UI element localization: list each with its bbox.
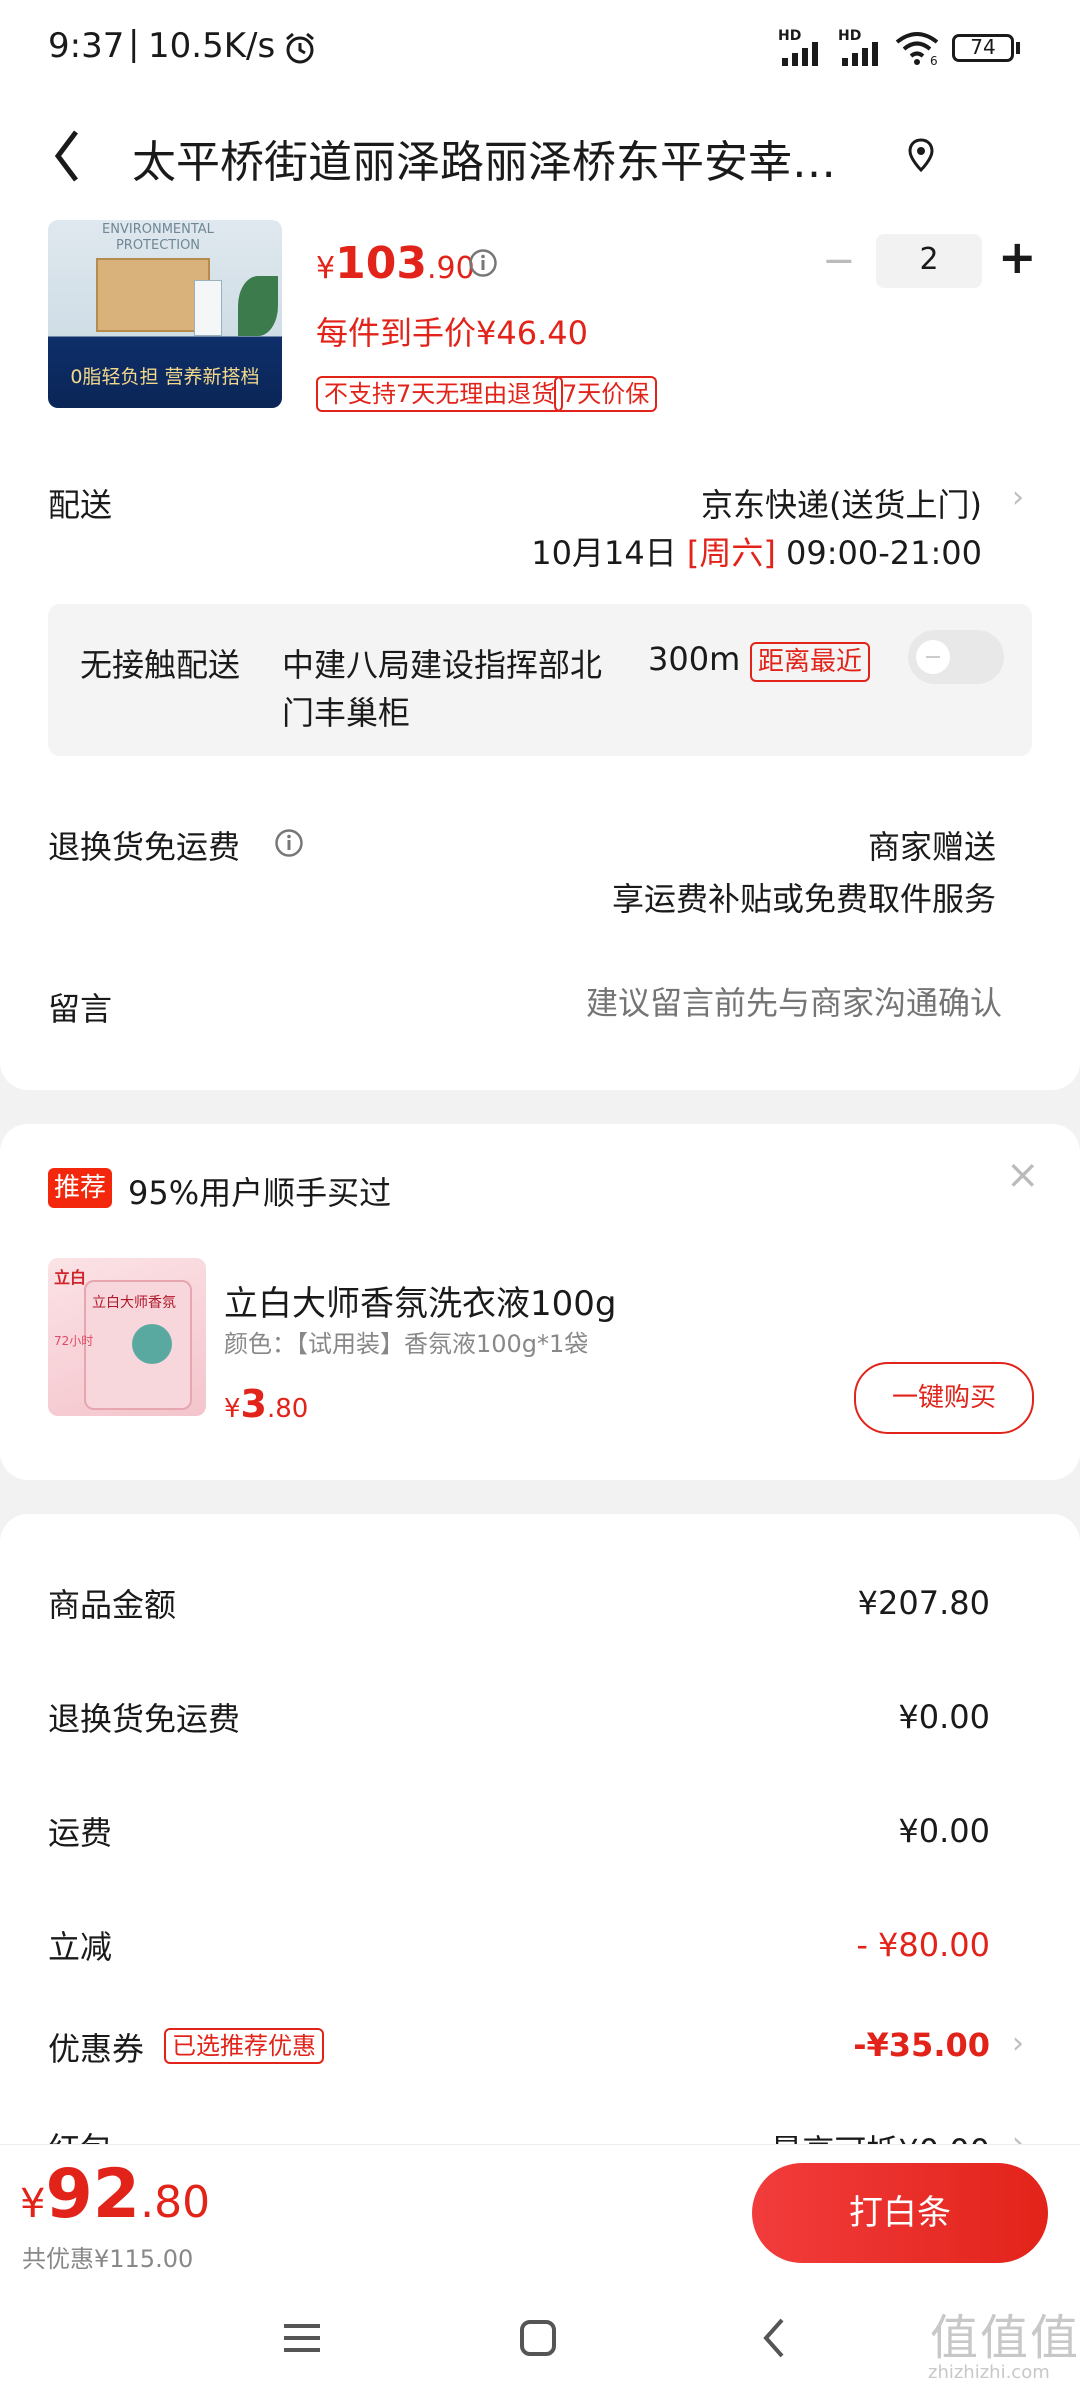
return-info-icon[interactable] <box>274 828 304 858</box>
recommend-title: 95%用户顺手买过 <box>128 1174 392 1212</box>
status-speed: 10.5K/s <box>148 26 276 66</box>
signal-icon-1 <box>782 42 818 66</box>
summary-value-return-shipping: ¥0.00 <box>898 1698 990 1736</box>
header-bar: 太平桥街道丽泽路丽泽桥东平安幸… <box>0 100 1080 212</box>
total-price-symbol: ¥ <box>20 2181 46 2227</box>
quantity-decrease-button[interactable]: − <box>822 238 856 284</box>
price-symbol: ¥ <box>316 251 336 286</box>
price-protection-tag: 7天价保 <box>554 376 658 412</box>
delivery-method[interactable]: 京东快递(送货上门) <box>701 480 982 526</box>
quantity-value: 2 <box>919 242 939 277</box>
locker-line-2: 门丰巢柜 <box>282 694 411 732</box>
watermark-url: zhizhizhi.com <box>928 2362 1050 2383</box>
recommend-item-name[interactable]: 立白大师香氛洗衣液100g <box>224 1276 616 1325</box>
unit-price: 每件到手价¥46.40 <box>316 314 588 352</box>
thumbnail-flower-shape <box>132 1324 172 1364</box>
back-icon[interactable] <box>52 128 82 184</box>
summary-label-shipping: 运费 <box>48 1814 113 1852</box>
milk-carton-shape <box>194 280 222 336</box>
contactless-delivery-box: 无接触配送 中建八局建设指挥部北 门丰巢柜 300m 距离最近 <box>48 604 1032 756</box>
coupon-chevron-icon[interactable]: › <box>1012 2026 1024 2061</box>
milk-box-shape <box>96 258 210 332</box>
total-discount: 共优惠¥115.00 <box>22 2245 194 2273</box>
delivery-time[interactable]: 10月14日 [周六] 09:00-21:00 <box>531 528 982 574</box>
nearest-tag: 距离最近 <box>750 642 871 682</box>
locker-line-1: 中建八局建设指挥部北 <box>282 646 603 684</box>
system-nav-bar: 值值值 zhizhizhi.com <box>0 2280 1080 2400</box>
product-image-caption: 0脂轻负担 营养新搭档 <box>70 366 260 388</box>
summary-value-coupon[interactable]: -¥35.00 <box>853 2026 990 2064</box>
nav-back-icon[interactable] <box>760 2316 788 2360</box>
checkout-bar: ¥92.80 共优惠¥115.00 打白条 <box>0 2144 1080 2281</box>
total-price-int: 92 <box>45 2155 141 2234</box>
locker-distance: 300m <box>648 640 741 678</box>
status-bar: 9:37 | 10.5K/s HD HD 6 74 <box>0 0 1080 100</box>
total-price: ¥92.80 <box>20 2155 210 2234</box>
menu-icon[interactable] <box>282 2318 322 2358</box>
delivery-label: 配送 <box>48 486 113 524</box>
return-shipping-label: 退换货免运费 <box>48 828 241 866</box>
status-time: 9:37 <box>48 26 125 66</box>
delivery-chevron-icon[interactable]: › <box>1012 480 1024 515</box>
summary-value-shipping: ¥0.00 <box>898 1812 990 1850</box>
recommend-item-spec: 颜色：【试用装】香氛液100g*1袋 <box>224 1330 589 1358</box>
contactless-toggle[interactable] <box>908 630 1004 684</box>
signal-icon-2 <box>842 42 878 66</box>
summary-value-discount: - ¥80.00 <box>856 1926 990 1964</box>
recommend-thumbnail[interactable]: 立白 立白大师香氛 72小时 <box>48 1258 206 1416</box>
delivery-weekday: [周六] <box>686 534 776 572</box>
recommend-price-int: 3 <box>240 1382 267 1426</box>
return-shipping-sub: 享运费补贴或免费取件服务 <box>611 880 996 918</box>
message-label: 留言 <box>48 990 113 1028</box>
delivery-hours: 09:00-21:00 <box>786 534 982 572</box>
home-icon[interactable] <box>518 2318 558 2358</box>
alarm-icon <box>286 32 314 64</box>
product-price: ¥103.90 <box>316 238 475 289</box>
recommend-price-dec: .80 <box>267 1394 309 1424</box>
wifi-sub-label: 6 <box>930 54 938 68</box>
toggle-off-mark <box>926 656 940 658</box>
recommend-close-icon[interactable]: × <box>1006 1152 1040 1198</box>
header-address-title[interactable]: 太平桥街道丽泽路丽泽桥东平安幸… <box>132 126 836 190</box>
battery-icon: 74 <box>952 34 1014 62</box>
contactless-label: 无接触配送 <box>80 646 241 684</box>
recommend-price-symbol: ¥ <box>224 1394 241 1424</box>
battery-level: 74 <box>970 35 996 59</box>
summary-card: 商品金额 ¥207.80 退换货免运费 ¥0.00 运费 ¥0.00 立减 - … <box>0 1514 1080 2214</box>
total-price-dec: .80 <box>140 2177 211 2228</box>
product-image-top-text: ENVIRONMENTAL PROTECTION <box>102 222 214 253</box>
thumbnail-badge: 72小时 <box>54 1334 94 1348</box>
summary-label-return-shipping: 退换货免运费 <box>48 1700 241 1738</box>
quantity-input[interactable]: 2 <box>876 234 982 288</box>
message-input[interactable] <box>400 974 1004 1032</box>
pay-baitiao-button[interactable]: 打白条 <box>752 2163 1048 2263</box>
delivery-date: 10月14日 <box>531 534 677 572</box>
watermark-logo: 值值值 <box>930 2310 1080 2366</box>
status-separator: | <box>128 24 140 64</box>
thumbnail-title: 立白大师香氛 <box>92 1295 176 1311</box>
price-integer: 103 <box>335 238 427 289</box>
product-image[interactable]: ENVIRONMENTAL PROTECTION 0脂轻负担 营养新搭档 <box>48 220 282 408</box>
quantity-increase-button[interactable]: + <box>998 230 1037 284</box>
recommend-card: 推荐 95%用户顺手买过 × 立白 立白大师香氛 72小时 立白大师香氛洗衣液1… <box>0 1124 1080 1480</box>
return-shipping-value: 商家赠送 <box>867 828 996 866</box>
one-click-buy-button[interactable]: 一键购买 <box>854 1362 1034 1434</box>
order-card: ENVIRONMENTAL PROTECTION 0脂轻负担 营养新搭档 ¥10… <box>0 212 1080 1090</box>
summary-label-coupon[interactable]: 优惠券 <box>48 2024 144 2070</box>
thumbnail-brand: 立白 <box>54 1268 87 1287</box>
coupon-recommended-tag: 已选推荐优惠 <box>164 2028 324 2064</box>
recommend-price: ¥3.80 <box>224 1382 308 1426</box>
summary-label-discount: 立减 <box>48 1928 113 1966</box>
summary-value-goods: ¥207.80 <box>857 1584 990 1622</box>
recommend-badge: 推荐 <box>48 1168 113 1208</box>
leaf-decoration <box>238 276 278 336</box>
battery-tip <box>1016 42 1020 54</box>
summary-label-goods: 商品金额 <box>48 1586 177 1624</box>
info-icon[interactable] <box>468 248 498 278</box>
no-return-tag: 不支持7天无理由退货 <box>316 376 564 412</box>
location-icon[interactable] <box>908 138 934 172</box>
